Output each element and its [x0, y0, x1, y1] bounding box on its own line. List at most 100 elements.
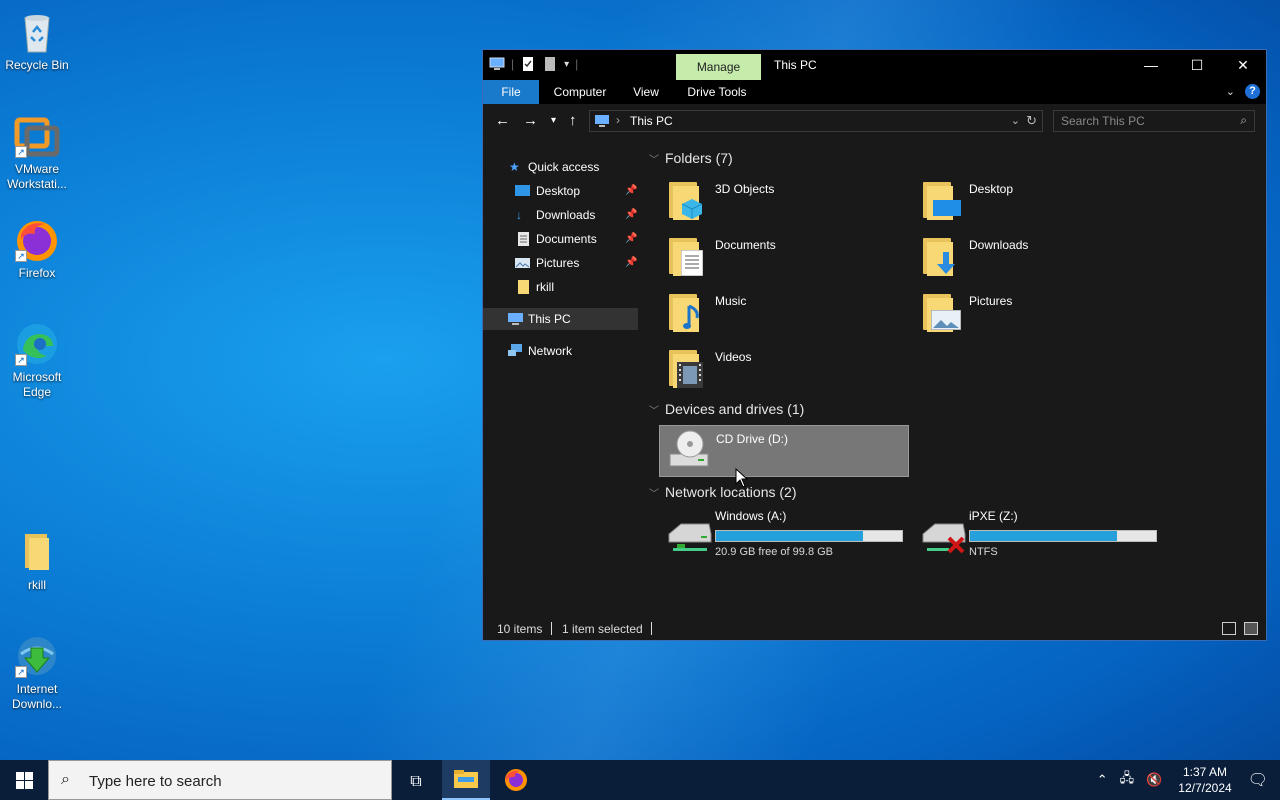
cd-drive-icon	[668, 428, 709, 472]
taskbar: ⌕ Type here to search ⧉ ⌃ 🖧 🔇 1:37 AM 12…	[0, 760, 1280, 800]
sidebar-item-documents[interactable]: Documents 📌	[483, 228, 638, 250]
new-folder-icon[interactable]	[542, 56, 558, 72]
start-button[interactable]	[0, 760, 48, 800]
tile-label: CD Drive (D:)	[716, 432, 788, 446]
taskbar-firefox[interactable]	[492, 760, 540, 800]
folder-icon	[518, 280, 529, 294]
sidebar-item-pictures[interactable]: Pictures 📌	[483, 252, 638, 274]
this-pc-icon[interactable]	[489, 56, 505, 72]
taskbar-file-explorer[interactable]	[442, 760, 490, 800]
group-header-folders[interactable]: ﹀ Folders (7)	[649, 150, 733, 166]
folder-tile-videos[interactable]: Videos	[659, 344, 909, 396]
desktop-icon-internet-download-manager[interactable]: ↗ Internet Downlo...	[0, 632, 74, 712]
breadcrumb-separator-icon: ›	[616, 113, 620, 127]
tab-computer[interactable]: Computer	[547, 80, 613, 104]
drive-tile-cd-drive[interactable]: CD Drive (D:)	[659, 425, 909, 477]
pin-icon[interactable]: 📌	[625, 180, 637, 202]
sidebar-item-quick-access[interactable]: ★ Quick access	[483, 156, 638, 178]
pin-icon[interactable]: 📌	[625, 204, 637, 226]
network-drive-tile-windows[interactable]: Windows (A:) 20.9 GB free of 99.8 GB	[659, 508, 909, 560]
folder-tile-desktop[interactable]: Desktop	[913, 176, 1163, 228]
tab-drive-tools[interactable]: Drive Tools	[681, 80, 753, 104]
show-hidden-icons-chevron-icon[interactable]: ⌃	[1097, 772, 1108, 788]
desktop-icon-label: Internet Downlo...	[11, 682, 63, 711]
sidebar-item-label: Quick access	[528, 160, 600, 174]
desktop-icon-label: Recycle Bin	[5, 58, 69, 72]
desktop-icon-firefox[interactable]: ↗ Firefox	[0, 216, 74, 281]
folder-tile-pictures[interactable]: Pictures	[913, 288, 1163, 340]
network-drive-tile-ipxe[interactable]: iPXE (Z:) NTFS	[913, 508, 1163, 560]
this-pc-icon	[508, 313, 523, 325]
refresh-icon[interactable]: ↻	[1026, 113, 1037, 129]
folder-icon	[13, 528, 61, 576]
back-arrow-icon[interactable]: ←	[495, 112, 510, 129]
drive-usage-fill	[716, 531, 863, 541]
recent-locations-chevron-icon[interactable]: ▾	[551, 115, 556, 126]
desktop-icon-label: rkill	[28, 578, 46, 592]
volume-muted-icon[interactable]: 🔇	[1146, 772, 1162, 788]
desktop-icon-recycle-bin[interactable]: Recycle Bin	[0, 8, 74, 73]
taskbar-search-box[interactable]: ⌕ Type here to search	[48, 760, 392, 800]
sidebar-item-rkill[interactable]: rkill	[483, 276, 638, 298]
shortcut-arrow-icon: ↗	[15, 666, 27, 678]
expand-ribbon-icon[interactable]: ⌄	[1226, 85, 1235, 98]
sidebar-item-downloads[interactable]: ↓ Downloads 📌	[483, 204, 638, 226]
desktop-icon-edge[interactable]: ↗ Microsoft Edge	[0, 320, 74, 400]
task-view-icon: ⧉	[410, 773, 422, 790]
pin-icon[interactable]: 📌	[625, 228, 637, 250]
sidebar-item-desktop[interactable]: Desktop 📌	[483, 180, 638, 202]
minimize-button[interactable]: —	[1128, 50, 1174, 80]
sidebar-item-network[interactable]: Network	[483, 340, 638, 362]
tile-label: 3D Objects	[715, 182, 775, 196]
clock-time: 1:37 AM	[1182, 765, 1227, 779]
tab-file[interactable]: File	[483, 80, 539, 104]
breadcrumb[interactable]: This PC	[630, 114, 673, 128]
videos-folder-icon	[667, 346, 707, 390]
firefox-icon: ↗	[13, 216, 61, 264]
tab-manage[interactable]: Manage	[676, 54, 761, 80]
close-button[interactable]: ✕	[1220, 50, 1266, 80]
sidebar-item-label: Documents	[536, 232, 597, 246]
search-input[interactable]	[1061, 114, 1221, 128]
properties-icon[interactable]	[520, 56, 536, 72]
notifications-icon[interactable]: 🗨	[1248, 770, 1268, 790]
large-icons-view-icon[interactable]	[1244, 622, 1258, 635]
folder-tile-3d-objects[interactable]: 3D Objects	[659, 176, 909, 228]
address-dropdown-icon[interactable]: ⌄	[1011, 114, 1020, 127]
pictures-folder-icon	[921, 290, 961, 334]
desktop-folder-icon	[921, 178, 961, 222]
music-folder-icon	[667, 290, 707, 334]
clock[interactable]: 1:37 AM 12/7/2024	[1178, 764, 1231, 796]
folder-tile-documents[interactable]: Documents	[659, 232, 909, 284]
sidebar-item-this-pc[interactable]: This PC	[483, 308, 638, 330]
folder-tile-downloads[interactable]: Downloads	[913, 232, 1163, 284]
help-icon[interactable]: ?	[1245, 84, 1260, 99]
network-icon	[508, 344, 522, 356]
network-status-icon[interactable]: 🖧	[1120, 769, 1135, 791]
pin-icon[interactable]: 📌	[625, 252, 637, 274]
chevron-down-icon: ﹀	[649, 155, 659, 166]
forward-arrow-icon[interactable]: →	[523, 112, 538, 129]
content-pane: ﹀ Folders (7) 3D Objects Desktop Document…	[641, 140, 1266, 616]
address-bar[interactable]: › This PC ⌄ ↻	[589, 110, 1043, 132]
tab-view[interactable]: View	[627, 80, 665, 104]
up-arrow-icon[interactable]: ↑	[569, 112, 577, 129]
vmware-icon: ↗	[13, 112, 61, 160]
group-header-network-locations[interactable]: ﹀ Network locations (2)	[649, 484, 797, 500]
task-view-button[interactable]: ⧉	[392, 760, 440, 800]
customize-qat-icon[interactable]: ▾	[564, 59, 569, 70]
desktop-icon-vmware[interactable]: ↗ VMware Workstati...	[0, 112, 74, 192]
search-box[interactable]: ⌕	[1053, 110, 1255, 132]
shortcut-arrow-icon: ↗	[15, 354, 27, 366]
desktop-icon-rkill[interactable]: rkill	[0, 528, 74, 593]
desktop-icon-label: VMware Workstati...	[7, 162, 67, 191]
downloads-icon: ↓	[516, 208, 522, 222]
drive-usage-bar	[969, 530, 1157, 542]
group-header-devices[interactable]: ﹀ Devices and drives (1)	[649, 401, 804, 417]
maximize-button[interactable]: ☐	[1174, 50, 1220, 80]
folder-tile-music[interactable]: Music	[659, 288, 909, 340]
drive-filesystem: NTFS	[969, 546, 998, 558]
details-view-icon[interactable]	[1222, 622, 1236, 635]
navigation-pane: ★ Quick access Desktop 📌 ↓ Downloads 📌 D…	[483, 150, 638, 612]
3d-objects-folder-icon	[667, 178, 707, 222]
